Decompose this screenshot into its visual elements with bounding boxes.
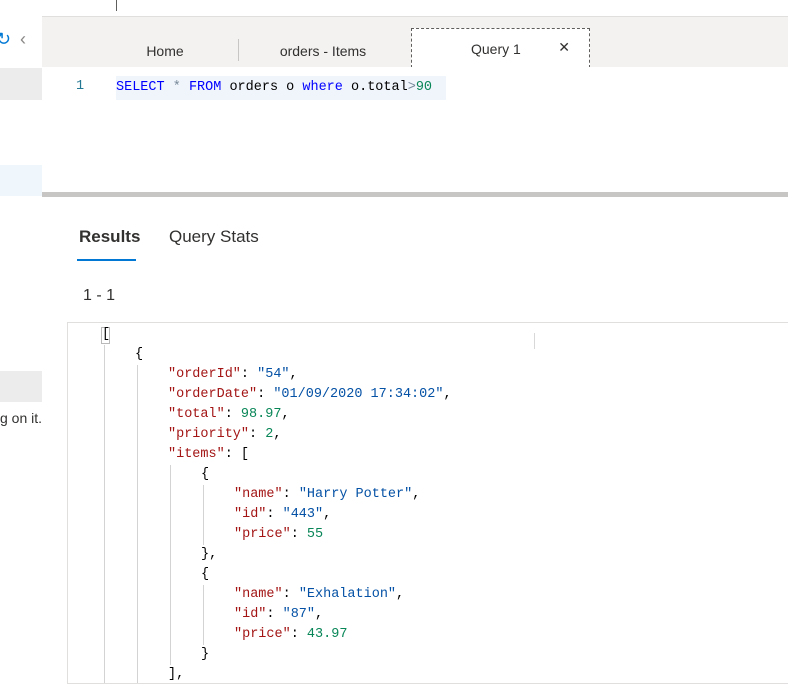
- json-value: "01/09/2020 17:34:02": [273, 387, 444, 402]
- pane-splitter[interactable]: [42, 192, 788, 197]
- op-gt: >: [407, 80, 416, 95]
- sidebar-row[interactable]: [0, 68, 42, 100]
- json-value: "Harry Potter": [298, 487, 413, 502]
- json-key: "id": [234, 507, 267, 522]
- kw-where: where: [302, 80, 343, 95]
- json-line: {: [201, 567, 210, 582]
- text-caret: [116, 0, 117, 11]
- json-line: "total": 98.97,: [168, 407, 290, 422]
- sidebar-partial-text: g on it.: [0, 410, 43, 426]
- text-cursor: [534, 333, 535, 349]
- indent-guide: [203, 485, 204, 545]
- json-line: "id": "87",: [234, 607, 324, 622]
- json-line: }: [201, 647, 210, 662]
- filter-value: 90: [415, 80, 433, 95]
- kw-from: FROM: [188, 80, 222, 95]
- json-key: "name": [234, 487, 283, 502]
- json-line: "orderId": "54",: [168, 367, 298, 382]
- json-key: "total": [168, 407, 225, 422]
- open-object: {: [135, 347, 144, 362]
- json-key: "orderId": [168, 367, 241, 382]
- json-key: "name": [234, 587, 283, 602]
- refresh-icon[interactable]: ↻: [0, 29, 11, 49]
- json-line: {: [135, 345, 143, 365]
- json-key: "price": [234, 627, 291, 642]
- json-line: "orderDate": "01/09/2020 17:34:02",: [168, 387, 452, 402]
- json-value: "Exhalation": [298, 587, 397, 602]
- json-gutter: [68, 323, 98, 683]
- json-value: 98.97: [240, 407, 282, 422]
- query-editor[interactable]: 1 SELECT * FROM orders o where o.total>9…: [42, 67, 788, 192]
- json-value: "443": [282, 507, 324, 522]
- json-key: "id": [234, 607, 267, 622]
- tab-orders-items[interactable]: orders - Items: [239, 35, 407, 67]
- json-line: "name": "Exhalation",: [234, 587, 405, 602]
- top-strip: [42, 0, 788, 17]
- json-line: "price": 55: [234, 527, 324, 542]
- json-line: "id": "443",: [234, 507, 332, 522]
- query-line[interactable]: SELECT * FROM orders o where o.total>90: [116, 76, 446, 100]
- json-line: "priority": 2,: [168, 427, 282, 442]
- open-array: [: [102, 327, 111, 342]
- results-json-viewer[interactable]: [ { "orderId": "54", "orderDate": "01/09…: [67, 322, 788, 684]
- json-value: 43.97: [306, 627, 348, 642]
- tab-bar: Home orders - Items Query 1 ✕: [42, 17, 788, 68]
- sidebar-row[interactable]: [0, 371, 42, 402]
- json-value: "87": [282, 607, 316, 622]
- resource-sidebar: ↻ ‹ g on it.: [0, 0, 42, 700]
- tab-query-1[interactable]: Query 1 ✕: [411, 28, 590, 68]
- chevron-left-icon[interactable]: ‹: [20, 29, 26, 49]
- indent-guide: [203, 585, 204, 645]
- op-star: *: [172, 80, 181, 95]
- json-key: "price": [234, 527, 291, 542]
- result-range: 1 - 1: [83, 287, 116, 304]
- tab-results[interactable]: Results: [79, 227, 140, 247]
- json-value: 2: [265, 427, 274, 442]
- json-line: "name": "Harry Potter",: [234, 487, 421, 502]
- tab-home[interactable]: Home: [92, 35, 238, 67]
- indent-guide: [104, 345, 105, 683]
- json-line: [: [102, 325, 110, 345]
- indent-guide: [170, 465, 171, 665]
- table-name: orders o: [229, 80, 295, 95]
- kw-select: SELECT: [116, 80, 165, 95]
- json-line: "price": 43.97: [234, 627, 348, 642]
- json-line: ],: [168, 667, 185, 682]
- field-name: o.total: [351, 80, 408, 95]
- json-value: 55: [306, 527, 324, 542]
- json-line: {: [201, 467, 210, 482]
- sidebar-selected-row[interactable]: [0, 165, 42, 196]
- json-key: "orderDate": [168, 387, 258, 402]
- close-icon[interactable]: ✕: [558, 39, 570, 56]
- json-line: },: [201, 547, 218, 562]
- line-number: 1: [76, 79, 85, 94]
- json-line: "items": [: [168, 447, 250, 462]
- active-tab-indicator: [77, 259, 136, 261]
- json-key: "items": [168, 447, 225, 462]
- json-key: "priority": [168, 427, 250, 442]
- tab-query-stats[interactable]: Query Stats: [169, 227, 259, 247]
- indent-guide: [137, 365, 138, 683]
- json-value: "54": [257, 367, 290, 382]
- tab-query-label: Query 1: [471, 40, 521, 57]
